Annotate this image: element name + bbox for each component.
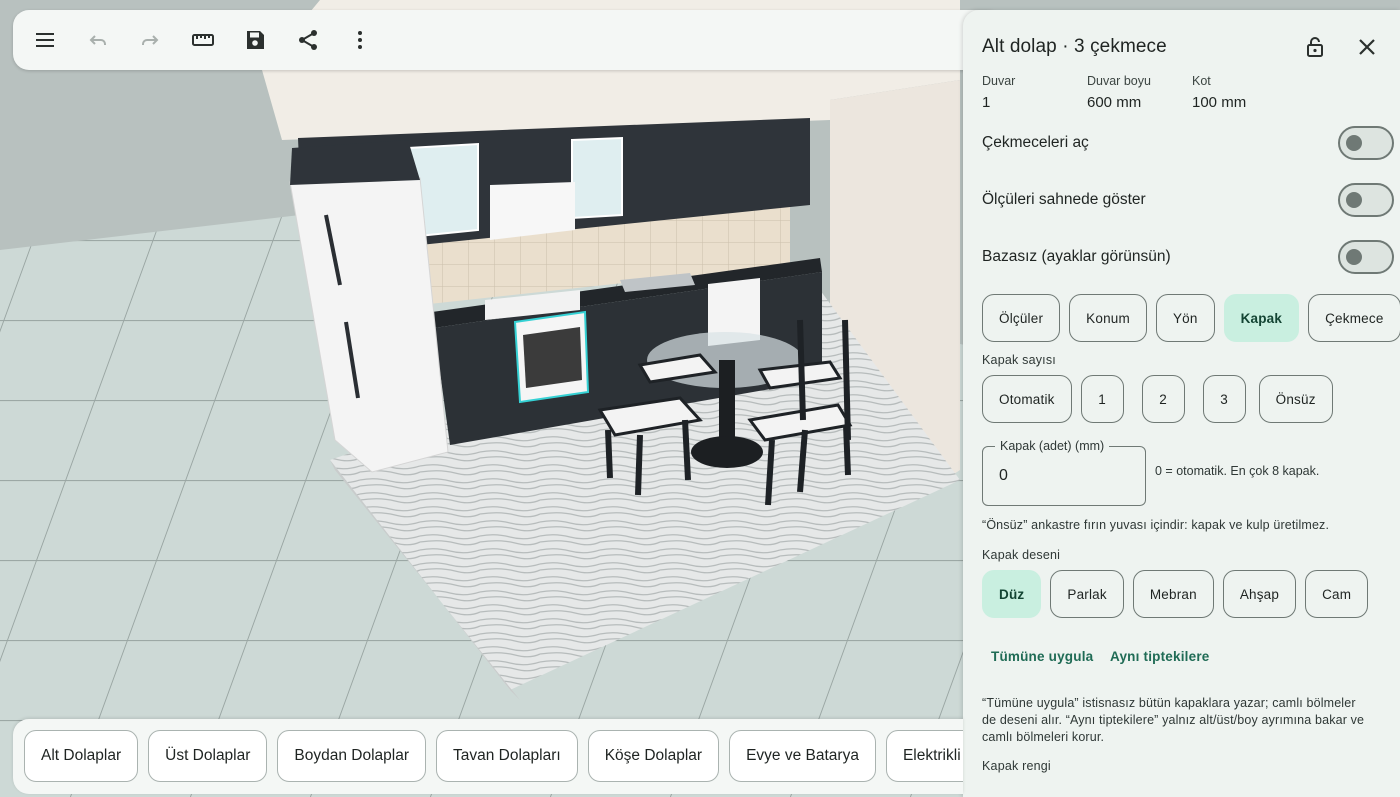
apply-note-line-3: camlı bölmeleri korur.: [982, 730, 1105, 744]
toggle-row-olculeri-goster: Ölçüleri sahnede göster: [982, 182, 1394, 218]
category-elektrikli[interactable]: Elektrikli: [885, 730, 963, 782]
kapak-adet-field[interactable]: Kapak (adet) (mm) 0: [982, 439, 1146, 506]
panel-title: Alt dolap · 3 çekmece: [982, 36, 1167, 57]
tab-kapak[interactable]: Kapak: [1223, 294, 1300, 342]
desen-parlak[interactable]: Parlak: [1050, 570, 1124, 618]
kapak-sayisi-label: Kapak sayısı: [982, 353, 1056, 367]
category-row: Alt Dolaplar Üst Dolaplar Boydan Dolapla…: [24, 730, 963, 782]
redo-button[interactable]: [130, 20, 170, 60]
kapak-sayisi-options: Otomatik 1 2 3 Önsüz: [982, 375, 1333, 423]
kapak-sayisi-otomatik[interactable]: Otomatik: [982, 375, 1072, 423]
save-icon: [247, 31, 264, 49]
category-kose-dolaplar[interactable]: Köşe Dolaplar: [587, 730, 720, 782]
apply-note-line-1: “Tümüne uygula” istisnasız bütün kapakla…: [982, 696, 1356, 710]
share-button[interactable]: [288, 20, 328, 60]
kapak-deseni-label: Kapak deseni: [982, 548, 1061, 562]
menu-icon: [36, 33, 54, 47]
info-kot: Kot 100 mm: [1192, 74, 1247, 111]
category-alt-dolaplar[interactable]: Alt Dolaplar: [24, 730, 139, 782]
tab-row: Ölçüler Konum Yön Kapak Çekmece: [982, 294, 1400, 342]
menu-button[interactable]: [25, 20, 65, 60]
desen-mebran[interactable]: Mebran: [1132, 570, 1214, 618]
lock-button[interactable]: [1299, 31, 1331, 63]
olculeri-goster-switch[interactable]: [1338, 183, 1394, 217]
kapak-adet-value: 0: [999, 467, 1008, 484]
category-boydan-dolaplar[interactable]: Boydan Dolaplar: [277, 730, 427, 782]
close-icon: [1359, 39, 1375, 55]
toggle-row-bazasiz: Bazasız (ayaklar görünsün): [982, 239, 1394, 275]
top-toolbar: [13, 10, 1003, 70]
category-tavan-dolaplari[interactable]: Tavan Dolapları: [436, 730, 578, 782]
info-duvar-boyu: Duvar boyu 600 mm: [1087, 74, 1151, 111]
category-bar: Alt Dolaplar Üst Dolaplar Boydan Dolapla…: [13, 719, 963, 794]
desen-ahsap[interactable]: Ahşap: [1222, 570, 1297, 618]
desen-cam[interactable]: Cam: [1305, 570, 1369, 618]
apply-note-line-2: de deseni alır. “Aynı tiptekilere” yalnı…: [982, 713, 1365, 727]
undo-icon: [89, 35, 106, 45]
more-vert-icon: [358, 31, 362, 49]
measure-button[interactable]: [183, 20, 223, 60]
kapak-sayisi-onsuz[interactable]: Önsüz: [1258, 375, 1333, 423]
tab-konum[interactable]: Konum: [1069, 294, 1147, 342]
close-button[interactable]: [1351, 31, 1383, 63]
undo-button[interactable]: [78, 20, 118, 60]
toggle-row-cekmeceleri-ac: Çekmeceleri aç: [982, 125, 1394, 161]
more-button[interactable]: [340, 20, 380, 60]
apply-same-type-button[interactable]: Aynı tiptekilere: [1110, 649, 1209, 664]
category-evye-batarya[interactable]: Evye ve Batarya: [729, 730, 876, 782]
kapak-sayisi-1[interactable]: 1: [1080, 375, 1124, 423]
lock-open-icon: [1307, 37, 1323, 57]
category-ust-dolaplar[interactable]: Üst Dolaplar: [148, 730, 268, 782]
desen-duz[interactable]: Düz: [982, 570, 1042, 618]
bazasiz-switch[interactable]: [1338, 240, 1394, 274]
onsuz-note: “Önsüz” ankastre fırın yuvası içindir: k…: [982, 518, 1330, 532]
apply-all-button[interactable]: Tümüne uygula: [991, 649, 1093, 664]
kapak-sayisi-2[interactable]: 2: [1141, 375, 1185, 423]
kapak-adet-help: 0 = otomatik. En çok 8 kapak.: [1155, 464, 1320, 478]
ruler-icon: [191, 34, 214, 46]
kapak-rengi-label: Kapak rengi: [982, 759, 1051, 773]
tab-yon[interactable]: Yön: [1155, 294, 1215, 342]
redo-icon: [142, 35, 159, 45]
properties-panel: Alt dolap · 3 çekmece Duvar 1 Duvar boyu…: [963, 10, 1400, 797]
kapak-deseni-options: Düz Parlak Mebran Ahşap Cam: [982, 570, 1369, 618]
kapak-sayisi-3[interactable]: 3: [1202, 375, 1246, 423]
tab-olculer[interactable]: Ölçüler: [982, 294, 1061, 342]
info-duvar: Duvar 1: [982, 74, 1016, 111]
cekmeceleri-ac-switch[interactable]: [1338, 126, 1394, 160]
tab-cekmece[interactable]: Çekmece: [1308, 294, 1400, 342]
share-icon: [298, 30, 317, 50]
save-button[interactable]: [235, 20, 275, 60]
